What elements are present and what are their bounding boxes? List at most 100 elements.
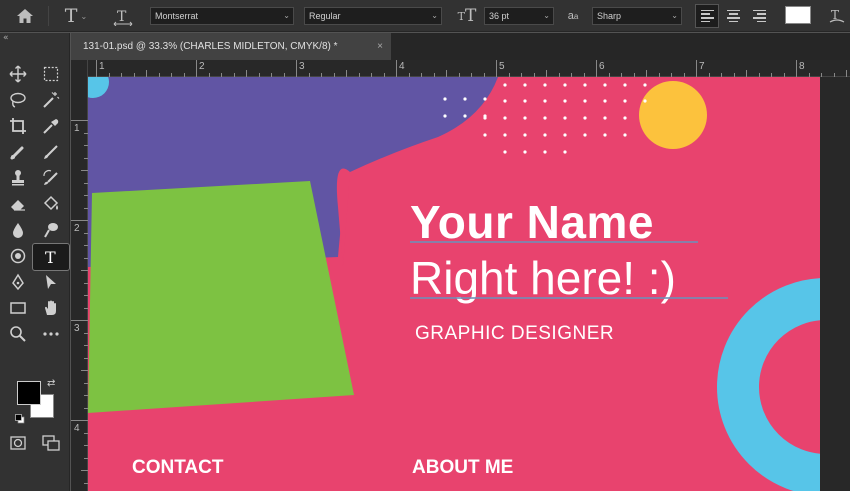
quick-mask-icon[interactable] — [5, 431, 31, 455]
options-bar: T ⌄ T Montserrat ⌄ Regular ⌄ TT 36 pt ⌄ a… — [0, 0, 850, 32]
ruler-major-tick — [696, 60, 697, 77]
foreground-color-swatch[interactable] — [17, 381, 41, 405]
document-tab-title: 131-01.psd @ 33.3% (CHARLES MIDLETON, CM… — [83, 41, 338, 52]
history-brush-tool-icon[interactable] — [38, 166, 64, 190]
ruler-minor-tick — [146, 70, 147, 77]
font-family-value: Montserrat — [155, 11, 199, 21]
ruler-minor-tick — [81, 370, 88, 371]
font-style-value: Regular — [309, 11, 341, 21]
ruler-major-tick — [496, 60, 497, 77]
dodge-tool-icon[interactable] — [38, 218, 64, 242]
ruler-label: 2 — [74, 223, 80, 234]
ruler-label: 4 — [399, 61, 405, 72]
lasso-tool-icon[interactable] — [5, 88, 31, 112]
clone-stamp-tool-icon[interactable] — [5, 166, 31, 190]
align-right-button[interactable] — [747, 4, 771, 28]
home-icon[interactable] — [14, 5, 36, 27]
chevron-down-icon: ⌄ — [431, 11, 438, 20]
crop-tool-icon[interactable] — [5, 114, 31, 138]
ruler-major-tick — [96, 60, 97, 77]
collapse-panel-icon[interactable]: « — [3, 33, 9, 43]
divider — [48, 6, 49, 26]
align-center-button[interactable] — [721, 4, 745, 28]
ruler-minor-tick — [346, 70, 347, 77]
yellow-circle — [639, 81, 707, 149]
document-tab[interactable]: 131-01.psd @ 33.3% (CHARLES MIDLETON, CM… — [71, 33, 391, 60]
rectangle-tool-icon[interactable] — [5, 296, 31, 320]
ruler-label: 3 — [74, 323, 80, 334]
ruler-major-tick — [296, 60, 297, 77]
ruler-minor-tick — [81, 170, 88, 171]
close-icon[interactable]: × — [377, 33, 383, 60]
document-tab-bar: 131-01.psd @ 33.3% (CHARLES MIDLETON, CM… — [71, 33, 850, 60]
ruler-major-tick — [71, 420, 88, 421]
magic-wand-tool-icon[interactable] — [38, 88, 64, 112]
canvas-workspace[interactable]: Your Name Right here! :) GRAPHIC DESIGNE… — [88, 77, 850, 491]
cyan-ring — [717, 278, 820, 491]
toggle-text-orientation-icon[interactable]: T — [110, 5, 136, 27]
ruler-label: 1 — [74, 123, 80, 134]
contact-heading[interactable]: CONTACT — [132, 457, 223, 479]
ruler-major-tick — [71, 220, 88, 221]
ruler-major-tick — [71, 120, 88, 121]
vertical-ruler[interactable]: 1 2 3 4 — [71, 60, 88, 491]
font-family-select[interactable]: Montserrat ⌄ — [150, 7, 294, 25]
ruler-major-tick — [196, 60, 197, 77]
tools-panel: « T ⇄ — [0, 33, 70, 491]
role-text-layer[interactable]: GRAPHIC DESIGNER — [415, 323, 614, 345]
svg-text:T: T — [117, 9, 127, 25]
chevron-down-icon: ⌄ — [671, 11, 678, 20]
chevron-down-icon: ⌄ — [543, 11, 550, 20]
horizontal-ruler[interactable]: 1 2 3 4 5 6 7 8 — [88, 60, 850, 77]
chevron-down-icon: ⌄ — [283, 11, 290, 20]
swap-colors-icon[interactable]: ⇄ — [47, 378, 55, 389]
text-color-swatch[interactable] — [785, 6, 811, 24]
ruler-minor-tick — [746, 70, 747, 77]
hand-tool-icon[interactable] — [38, 296, 64, 320]
healing-brush-tool-icon[interactable] — [5, 140, 31, 164]
blur-tool-icon[interactable] — [5, 218, 31, 242]
font-size-value: 36 pt — [489, 11, 510, 21]
pen-tool-icon[interactable] — [5, 270, 31, 294]
font-size-icon: TT — [457, 6, 477, 26]
more-tools-icon[interactable] — [38, 322, 64, 346]
brush-preset-icon[interactable] — [5, 244, 31, 268]
move-tool-icon[interactable] — [5, 62, 31, 86]
marquee-tool-icon[interactable] — [38, 62, 64, 86]
antialias-value: Sharp — [597, 11, 622, 21]
align-left-button[interactable] — [695, 4, 719, 28]
ruler-label: 4 — [74, 423, 80, 434]
paint-bucket-tool-icon[interactable] — [38, 192, 64, 216]
font-style-select[interactable]: Regular ⌄ — [304, 7, 442, 25]
default-colors-icon[interactable] — [15, 409, 25, 424]
zoom-tool-icon[interactable] — [5, 322, 31, 346]
ruler-label: 2 — [199, 61, 205, 72]
ruler-minor-tick — [646, 70, 647, 77]
ruler-label: 6 — [599, 61, 605, 72]
type-tool-icon[interactable]: T — [32, 243, 70, 271]
antialias-icon: aa — [567, 10, 579, 22]
ruler-minor-tick — [81, 470, 88, 471]
ruler-minor-tick — [546, 70, 547, 77]
ruler-label: 3 — [299, 61, 305, 72]
text-baseline — [410, 297, 728, 299]
about-heading[interactable]: ABOUT ME — [412, 457, 513, 479]
brush-tool-icon[interactable] — [38, 140, 64, 164]
ruler-minor-tick — [846, 70, 847, 77]
eyedropper-tool-icon[interactable] — [38, 114, 64, 138]
eraser-tool-icon[interactable] — [5, 192, 31, 216]
document-canvas[interactable]: Your Name Right here! :) GRAPHIC DESIGNE… — [88, 77, 820, 491]
ruler-minor-tick — [81, 270, 88, 271]
ruler-major-tick — [396, 60, 397, 77]
screen-mode-icon[interactable] — [38, 431, 64, 455]
type-tool-preset-icon[interactable]: T ⌄ — [58, 5, 94, 27]
ruler-minor-tick — [446, 70, 447, 77]
ruler-major-tick — [71, 320, 88, 321]
font-size-select[interactable]: 36 pt ⌄ — [484, 7, 554, 25]
path-selection-tool-icon[interactable] — [38, 270, 64, 294]
ruler-label: 8 — [799, 61, 805, 72]
ruler-major-tick — [596, 60, 597, 77]
antialias-select[interactable]: Sharp ⌄ — [592, 7, 682, 25]
green-shape — [88, 181, 354, 413]
warp-text-icon[interactable]: T — [826, 5, 848, 27]
